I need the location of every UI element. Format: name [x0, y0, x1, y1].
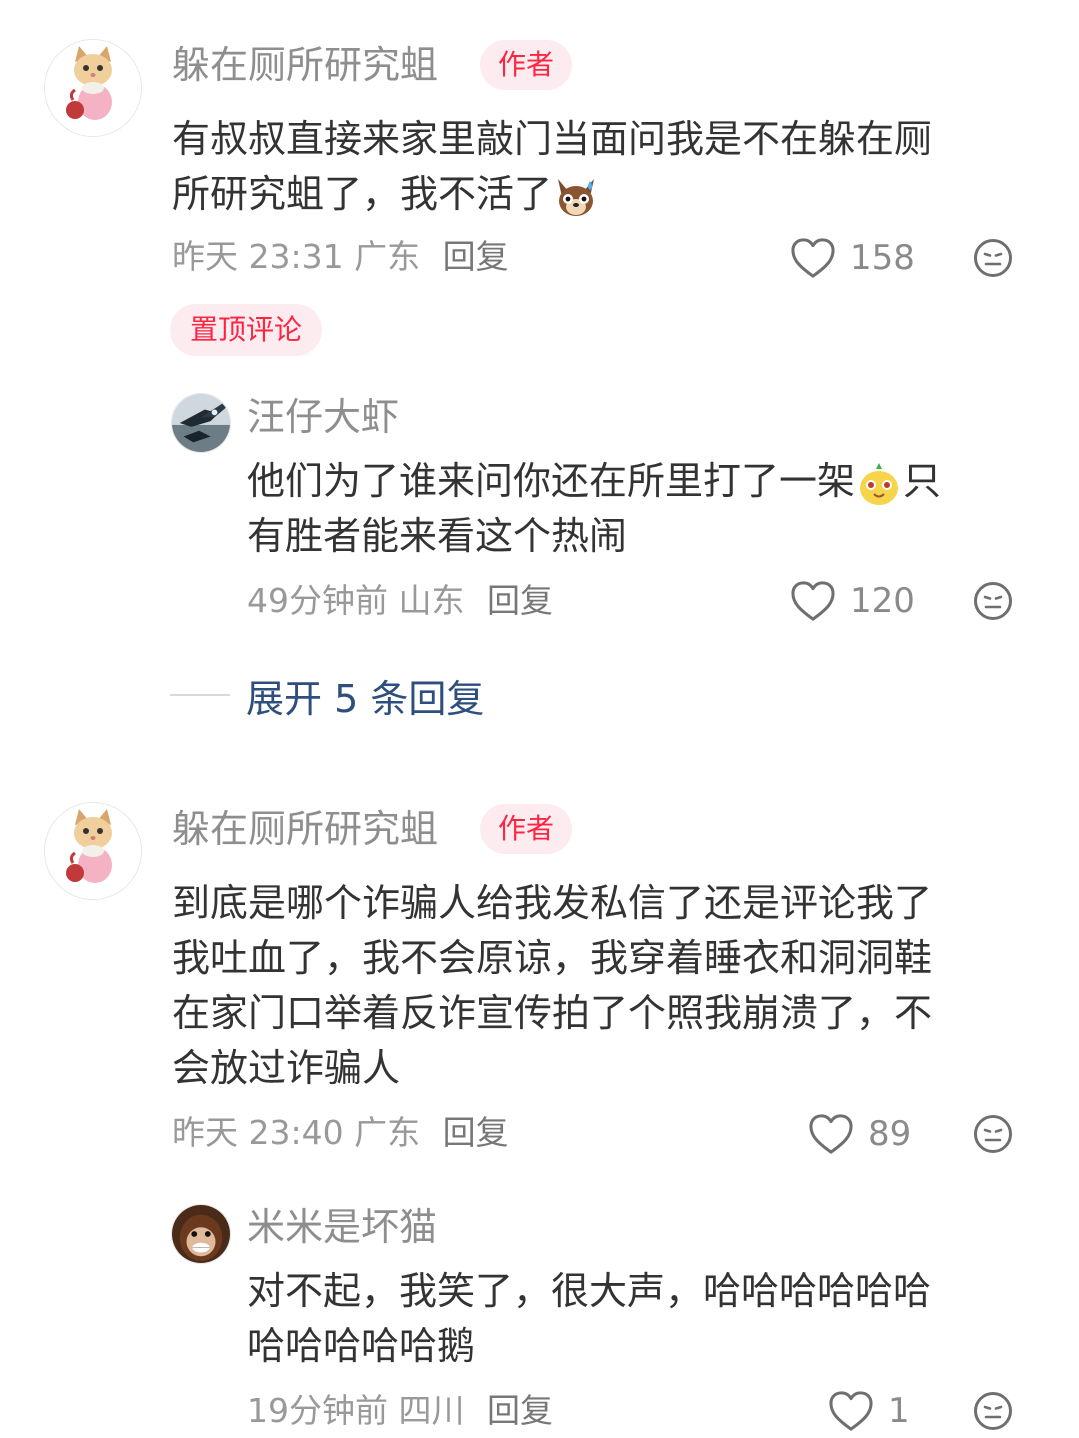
yellow-blob-emoji [855, 460, 903, 508]
author-badge: 作者 [480, 40, 573, 90]
avatar[interactable] [171, 1204, 231, 1264]
bird-avatar [172, 394, 230, 452]
orangutan-avatar [172, 1205, 230, 1263]
reply-button[interactable]: 回复 [487, 1391, 553, 1430]
author-name[interactable]: 米米是坏猫 [247, 1208, 437, 1246]
comment-text: 有叔叔直接来家里敲门当面问我是不在躲在厕 所研究蛆了，我不活了 [172, 112, 932, 222]
expand-replies-label: 展开 5 条回复 [246, 676, 485, 721]
like-count: 158 [850, 238, 915, 278]
comment-line: 他们为了谁来问你还在所里打了一架 只 [247, 454, 941, 509]
comment-line-text: 只 [903, 459, 942, 503]
pinned-comment-tag: 置顶评论 [170, 304, 323, 356]
like-count: 1 [888, 1391, 910, 1431]
comment-line: 会放过诈骗人 [172, 1046, 401, 1090]
like-button[interactable]: 1 [828, 1389, 910, 1433]
comment-line: 有胜者能来看这个热闹 [247, 514, 628, 558]
timestamp: 昨天 23:31 [172, 237, 344, 276]
comment-line: 所研究蛆了，我不活了 [172, 167, 932, 222]
author-badge: 作者 [480, 804, 573, 854]
avatar[interactable] [44, 39, 142, 137]
comment-line-text: 他们为了谁来问你还在所里打了一架 [247, 459, 856, 503]
timestamp: 49分钟前 [247, 581, 388, 620]
avatar[interactable] [44, 802, 142, 900]
cat-avatar [45, 803, 141, 899]
avatar[interactable] [171, 393, 231, 453]
comment-line: 在家门口举着反诈宣传拍了个照我崩溃了，不 [172, 991, 933, 1035]
heart-icon [808, 1113, 854, 1155]
location: 广东 [354, 237, 421, 276]
comment-meta: 昨天 23:40 广东 回复 [172, 1116, 509, 1149]
comment-line: 哈哈哈哈哈鹅 [247, 1324, 476, 1368]
comment-line: 有叔叔直接来家里敲门当面问我是不在躲在厕 [172, 117, 933, 161]
heart-icon [790, 580, 836, 622]
author-name[interactable]: 躲在厕所研究蛆 [172, 810, 438, 848]
comment-meta: 19分钟前 四川 回复 [247, 1394, 553, 1427]
dislike-face-icon[interactable] [973, 581, 1013, 621]
like-button[interactable]: 89 [808, 1112, 911, 1156]
dislike-face-icon[interactable] [973, 1114, 1013, 1154]
comment-line: 对不起，我笑了，很大声，哈哈哈哈哈哈 [247, 1269, 932, 1313]
cat-avatar [45, 40, 141, 136]
expand-replies-button[interactable]: 展开 5 条回复 [170, 670, 485, 721]
heart-icon [790, 237, 836, 279]
timestamp: 昨天 23:40 [172, 1113, 344, 1152]
author-name[interactable]: 汪仔大虾 [247, 398, 399, 436]
sweating-dog-emoji [552, 173, 600, 221]
reply-button[interactable]: 回复 [443, 1113, 509, 1152]
comment-line-text: 所研究蛆了，我不活了 [172, 172, 553, 216]
reply-button[interactable]: 回复 [443, 237, 509, 276]
reply-button[interactable]: 回复 [487, 581, 553, 620]
location: 广东 [354, 1113, 421, 1152]
location: 山东 [398, 581, 465, 620]
like-button[interactable]: 158 [790, 236, 915, 280]
dislike-face-icon[interactable] [973, 1391, 1013, 1431]
comment-meta: 昨天 23:31 广东 回复 [172, 240, 509, 273]
like-count: 120 [850, 581, 915, 621]
comment-text: 对不起，我笑了，很大声，哈哈哈哈哈哈 哈哈哈哈哈鹅 [247, 1264, 931, 1374]
like-button[interactable]: 120 [790, 579, 915, 623]
comment-line: 到底是哪个诈骗人给我发私信了还是评论我了 [172, 881, 933, 925]
comment-text: 到底是哪个诈骗人给我发私信了还是评论我了 我吐血了，我不会原谅，我穿着睡衣和洞洞… [172, 876, 932, 1096]
comment-meta: 49分钟前 山东 回复 [247, 584, 553, 617]
like-count: 89 [868, 1114, 912, 1154]
divider [170, 694, 230, 696]
heart-icon [828, 1390, 874, 1432]
comment-text: 他们为了谁来问你还在所里打了一架 只 有胜者能来看这个热闹 [247, 454, 941, 564]
comment-line: 我吐血了，我不会原谅，我穿着睡衣和洞洞鞋 [172, 936, 933, 980]
location: 四川 [398, 1391, 465, 1430]
author-name[interactable]: 躲在厕所研究蛆 [172, 46, 438, 84]
dislike-face-icon[interactable] [973, 238, 1013, 278]
timestamp: 19分钟前 [247, 1391, 388, 1430]
